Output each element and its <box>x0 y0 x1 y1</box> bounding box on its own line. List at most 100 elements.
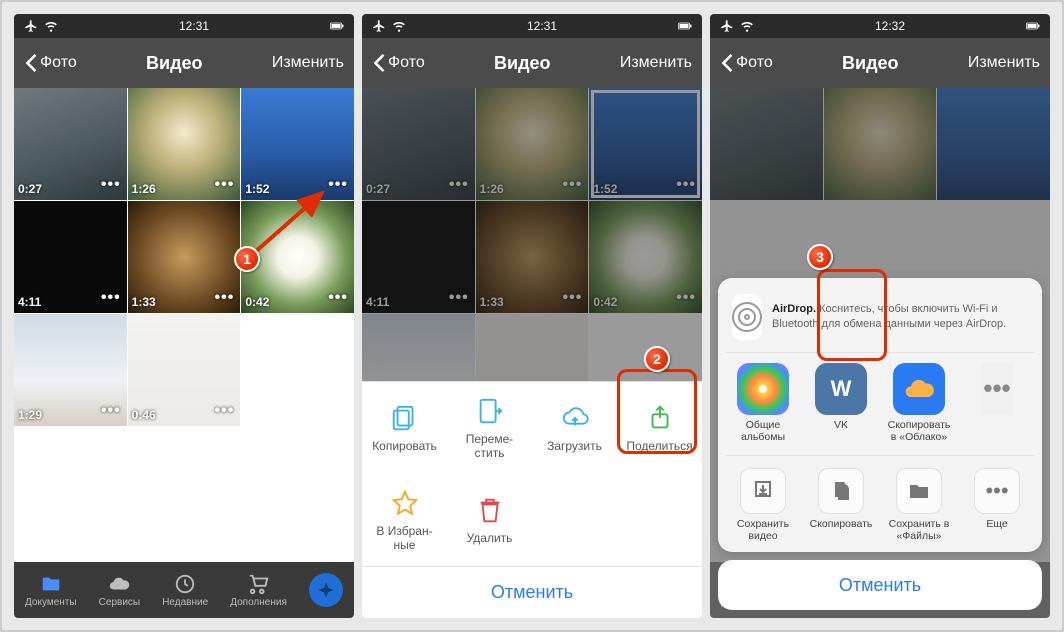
compass-icon <box>317 581 335 599</box>
video-thumb[interactable]: 4:11••• <box>14 201 127 313</box>
more-icon[interactable]: ••• <box>328 289 348 307</box>
copy-docs-icon <box>829 479 853 503</box>
app-label: Скопировать в «Облако» <box>888 419 951 443</box>
duration: 0:27 <box>18 182 42 196</box>
move-icon <box>475 396 505 426</box>
clock: 12:32 <box>875 19 905 33</box>
action-label: Сохранить видео <box>737 518 789 542</box>
sheet-label: Копировать <box>372 439 437 453</box>
duration: 1:26 <box>132 182 156 196</box>
tab-documents[interactable]: Документы <box>25 573 77 608</box>
action-label: Скопировать <box>810 518 873 530</box>
clock: 12:31 <box>179 19 209 33</box>
screen-2: 12:31 Фото Видео Изменить 0:27••• 1:26••… <box>362 14 702 618</box>
sheet-empty <box>532 474 617 566</box>
cart-icon <box>248 573 270 595</box>
airdrop-row[interactable]: AirDrop. Коснитесь, чтобы включить Wi-Fi… <box>726 288 1034 353</box>
action-copy[interactable]: Скопировать <box>804 468 878 542</box>
download-icon <box>751 479 775 503</box>
edit-button[interactable]: Изменить <box>272 54 344 72</box>
tab-label: Дополнения <box>230 597 287 608</box>
sheet-upload[interactable]: Загрузить <box>532 382 617 474</box>
share-app-photos[interactable]: Общие альбомы <box>726 363 800 443</box>
sheet-label: В Избран- ные <box>376 524 432 552</box>
more-icon[interactable]: ••• <box>215 289 235 307</box>
video-thumb[interactable]: 1:52••• <box>241 88 354 200</box>
chevron-left-icon <box>372 54 386 72</box>
tab-recent[interactable]: Недавние <box>162 573 208 608</box>
share-sheet: AirDrop. Коснитесь, чтобы включить Wi-Fi… <box>718 278 1042 610</box>
nav-bar: Фото Видео Изменить <box>14 38 354 88</box>
grid-empty <box>241 314 354 426</box>
page-title: Видео <box>146 53 203 74</box>
more-icon[interactable]: ••• <box>101 289 121 307</box>
edit-button[interactable]: Изменить <box>620 54 692 72</box>
back-label: Фото <box>736 54 773 72</box>
duration: 1:29 <box>18 408 42 422</box>
clock-icon <box>174 573 196 595</box>
wifi-icon <box>740 19 754 33</box>
video-grid[interactable]: 0:27••• 1:26••• 1:52••• 4:11••• 1:33••• … <box>14 88 354 562</box>
share-icon <box>645 403 675 433</box>
airplane-mode-icon <box>24 19 38 33</box>
callout-badge-2: 2 <box>644 346 670 372</box>
video-thumb[interactable]: 0:46••• <box>128 314 241 426</box>
star-icon <box>390 488 420 518</box>
share-apps-row: Общие альбомы W VK Скопировать в «Облако… <box>726 363 1034 443</box>
sheet-move[interactable]: Переме- стить <box>447 382 532 474</box>
action-save-video[interactable]: Сохранить видео <box>726 468 800 542</box>
triptych: 12:31 Фото Видео Изменить 0:27 ••• 1:26 ••… <box>6 8 1058 624</box>
folder-save-icon <box>907 479 931 503</box>
tab-browser[interactable] <box>309 573 343 607</box>
video-thumb[interactable]: 1:26 ••• <box>128 88 241 200</box>
back-button[interactable]: Фото <box>24 54 77 72</box>
wifi-icon <box>392 19 406 33</box>
sheet-label: Удалить <box>467 531 513 545</box>
action-save-files[interactable]: Сохранить в «Файлы» <box>882 468 956 542</box>
action-label: Сохранить в «Файлы» <box>889 518 950 542</box>
video-thumb[interactable]: 1:29 ••• <box>14 314 127 426</box>
cloud-upload-icon <box>560 403 590 433</box>
sheet-favorite[interactable]: В Избран- ные <box>362 474 447 566</box>
app-label: VK <box>834 419 848 431</box>
status-bar: 12:32 <box>710 14 1050 38</box>
sheet-share[interactable]: Поделиться <box>617 382 702 474</box>
airplane-mode-icon <box>720 19 734 33</box>
nav-bar: Фото Видео Изменить <box>710 38 1050 88</box>
share-app-vk[interactable]: W VK <box>804 363 878 443</box>
battery-icon <box>330 19 344 33</box>
edit-button[interactable]: Изменить <box>968 54 1040 72</box>
more-icon[interactable]: ••• <box>215 176 235 194</box>
callout-badge-3: 3 <box>807 244 833 270</box>
chevron-left-icon <box>24 54 38 72</box>
sheet-cancel-button[interactable]: Отменить <box>362 566 702 618</box>
action-more[interactable]: ••• Еще <box>960 468 1034 542</box>
cloud-app-icon <box>893 363 945 415</box>
airplane-mode-icon <box>372 19 386 33</box>
more-icon[interactable]: ••• <box>328 176 348 194</box>
more-icon[interactable]: ••• <box>101 402 121 420</box>
back-button[interactable]: Фото <box>372 54 425 72</box>
tab-bar: Документы Сервисы Недавние Дополнения <box>14 562 354 618</box>
share-cancel-button[interactable]: Отменить <box>718 560 1042 610</box>
share-app-cloud[interactable]: Скопировать в «Облако» <box>882 363 956 443</box>
back-button[interactable]: Фото <box>720 54 773 72</box>
app-label: Общие альбомы <box>741 419 785 443</box>
sheet-empty <box>617 474 702 566</box>
sheet-delete[interactable]: Удалить <box>447 474 532 566</box>
video-thumb[interactable]: 1:33••• <box>128 201 241 313</box>
sheet-copy[interactable]: Копировать <box>362 382 447 474</box>
more-icon[interactable]: ••• <box>215 402 235 420</box>
back-label: Фото <box>40 54 77 72</box>
tab-addons[interactable]: Дополнения <box>230 573 287 608</box>
page-title: Видео <box>842 53 899 74</box>
cloud-icon <box>108 573 130 595</box>
more-icon[interactable]: ••• <box>101 176 121 194</box>
callout-badge-1: 1 <box>234 246 260 272</box>
video-thumb[interactable]: 0:27 ••• <box>14 88 127 200</box>
sheet-label: Переме- стить <box>466 432 514 460</box>
share-app-more[interactable]: ••• <box>960 363 1034 443</box>
copy-icon <box>390 403 420 433</box>
nav-bar: Фото Видео Изменить <box>362 38 702 88</box>
tab-services[interactable]: Сервисы <box>99 573 140 608</box>
